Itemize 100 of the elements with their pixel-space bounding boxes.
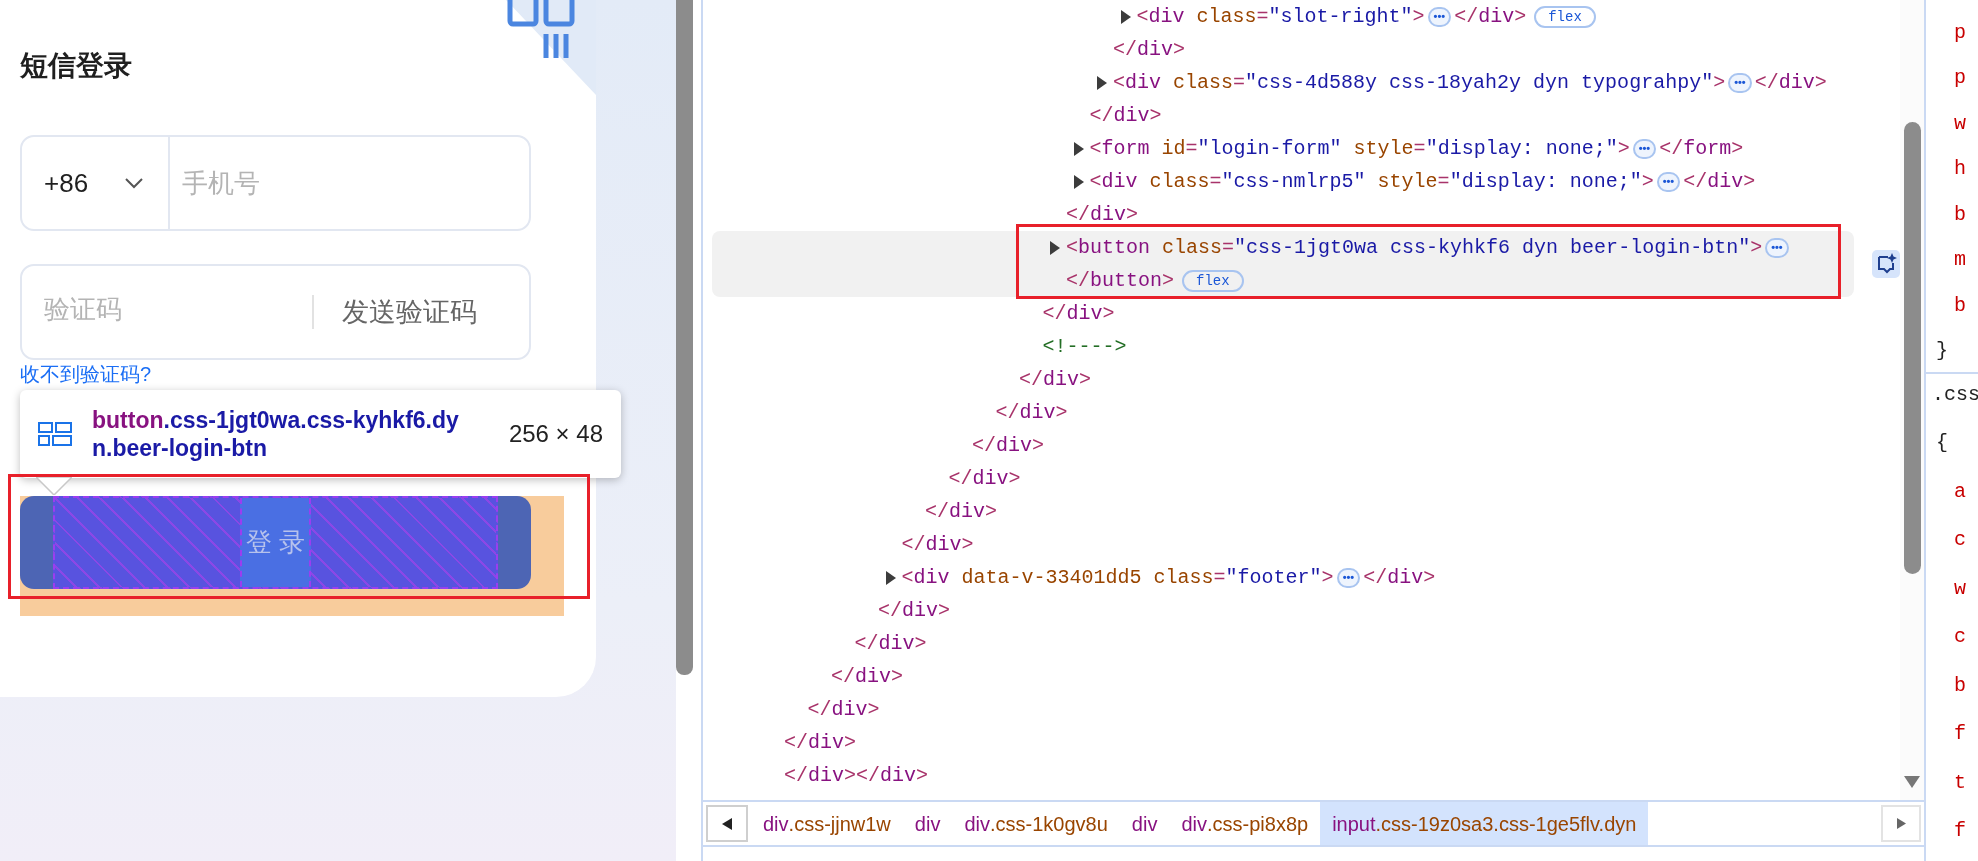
code-text: <div class="css-4d588y css-18yah2y dyn typograhpy"> (1113, 69, 1726, 96)
code-text: </div> (972, 432, 1045, 459)
style-rule-text: w (1953, 110, 1967, 137)
style-rule-text: m (1953, 247, 1967, 274)
element-row[interactable]: </div> (712, 33, 1854, 66)
scroll-left-button[interactable] (706, 805, 748, 842)
ai-assistant-icon[interactable] (1871, 249, 1900, 279)
style-rule-text: a (1953, 478, 1967, 505)
code-text: <div class="slot-right"> (1136, 3, 1425, 30)
element-row[interactable]: </div></div> (712, 759, 1854, 792)
element-row[interactable]: </div> (712, 495, 1854, 528)
flex-layout-icon (38, 422, 72, 446)
element-row[interactable]: <div class="css-4d588y css-18yah2y dyn typograhpy"> ••• </div> (712, 66, 1854, 99)
style-rule-text: h (1953, 156, 1967, 183)
code-text: </div> (1683, 168, 1756, 195)
scroll-right-button[interactable] (1881, 805, 1921, 842)
scrollbar-thumb[interactable] (1904, 122, 1921, 574)
style-rule-text: f (1953, 721, 1967, 748)
scrollbar-thumb[interactable] (676, 0, 693, 675)
element-row[interactable]: </div> (712, 693, 1854, 726)
send-code-button[interactable]: 发送验证码 (342, 291, 477, 333)
element-row[interactable]: </div> (712, 594, 1854, 627)
style-rule-text: b (1953, 672, 1967, 699)
ellipsis-button[interactable]: ••• (1336, 567, 1361, 588)
element-row[interactable]: </div> (712, 627, 1854, 660)
code-text: </div> (1113, 36, 1186, 63)
element-row[interactable]: </div> (712, 198, 1854, 231)
code-text: <!----> (1042, 333, 1127, 360)
style-rule-text: w (1953, 575, 1967, 602)
qr-code-corner-icon[interactable] (506, 0, 596, 95)
code-text: </div> (901, 531, 974, 558)
element-row[interactable]: </div> (712, 528, 1854, 561)
page-title: 短信登录 (20, 49, 133, 83)
ellipsis-button[interactable]: ••• (1765, 237, 1789, 258)
element-row[interactable]: <div class="css-nmlrp5" style="display: none;"> ••• </div> (712, 165, 1854, 198)
element-size-text: 256 × 48 (508, 419, 603, 449)
expand-triangle-icon[interactable] (1097, 75, 1107, 90)
element-row[interactable]: </div> (712, 462, 1854, 495)
ellipsis-button[interactable]: ••• (1656, 171, 1681, 192)
expand-triangle-icon[interactable] (1073, 141, 1084, 156)
expand-triangle-icon[interactable] (885, 570, 896, 585)
breadcrumb-item[interactable]: div.css-1k0gv8u (952, 802, 1120, 845)
code-text: </div> (854, 630, 927, 657)
expand-triangle-icon[interactable] (1050, 240, 1060, 255)
code-text: </div> (925, 498, 998, 525)
chevron-down-icon (124, 177, 144, 189)
breadcrumb-item[interactable]: div (902, 802, 953, 845)
element-row[interactable]: </div> (712, 429, 1854, 462)
element-row[interactable]: </div> (712, 363, 1854, 396)
element-row[interactable]: </div> (712, 99, 1854, 132)
verification-code-field[interactable]: 验证码 发送验证码 (20, 264, 531, 360)
help-link[interactable]: 收不到验证码? (20, 362, 152, 386)
style-rule-text: c (1953, 527, 1967, 554)
expand-triangle-icon[interactable] (1073, 174, 1084, 189)
breadcrumb-item[interactable]: div (1119, 802, 1170, 845)
style-rule-text: f (1953, 817, 1967, 844)
code-text: </div> (1754, 69, 1827, 96)
code-text: </form> (1659, 135, 1744, 162)
element-selector-text: button.css-1jgt0wa.css-kyhkf6.dyn.beer-login-btn (92, 406, 460, 462)
element-row[interactable]: <div class="slot-right"> ••• </div> flex (712, 0, 1854, 33)
style-rule-text: { (1935, 430, 1949, 457)
flex-badge[interactable]: flex (1534, 5, 1596, 28)
code-text: </div> (1019, 366, 1092, 393)
code-text: <form id="login-form" style="display: none;"> (1089, 135, 1630, 162)
code-text: </div> (1363, 564, 1436, 591)
element-row[interactable]: <div data-v-33401dd5 class="footer"> ••• </div> (712, 561, 1854, 594)
code-text: </div> (1066, 201, 1139, 228)
code-text: <div class="css-nmlrp5" style="display: none;"> (1089, 168, 1654, 195)
left-triangle-icon (722, 817, 732, 830)
ellipsis-button[interactable]: ••• (1427, 6, 1452, 27)
code-text: </button> (1066, 267, 1175, 294)
element-row[interactable]: </div> (712, 396, 1854, 429)
code-text: </div> (1454, 3, 1527, 30)
code-text: </div> (784, 729, 857, 756)
scroll-down-arrow-icon[interactable] (1904, 776, 1920, 788)
breadcrumb-item[interactable]: input.css-19z0sa3.css-1ge5flv.dyn (1320, 802, 1649, 845)
style-rule-text: .css (1931, 382, 1978, 408)
ellipsis-button[interactable]: ••• (1632, 138, 1657, 159)
code-text: </div></div> (784, 762, 929, 789)
code-text: </div> (948, 465, 1021, 492)
element-row[interactable]: <!----> (712, 330, 1854, 363)
element-row[interactable]: <form id="login-form" style="display: none;"> ••• </form> (712, 132, 1854, 165)
style-rule-text: t (1953, 769, 1967, 796)
flex-badge[interactable]: flex (1182, 269, 1244, 292)
expand-triangle-icon[interactable] (1120, 9, 1131, 24)
right-triangle-icon (1896, 818, 1906, 829)
selected-element-row[interactable]: <button class="css-1jgt0wa css-kyhkf6 dyn beer-login-btn"> ••• </button> flex (712, 231, 1854, 297)
country-code-select[interactable]: +86 (22, 137, 170, 229)
style-rule-text: b (1953, 292, 1967, 319)
breadcrumb-item[interactable]: div.css-pi8x8p (1169, 802, 1321, 845)
code-text: </div> (807, 696, 880, 723)
code-text: <div data-v-33401dd5 class="footer"> (901, 564, 1334, 591)
style-rule-text: b (1953, 201, 1967, 228)
element-row[interactable]: </div> (712, 297, 1854, 330)
style-rule-text: c (1953, 624, 1967, 651)
ellipsis-button[interactable]: ••• (1728, 72, 1752, 93)
element-row[interactable]: </div> (712, 726, 1854, 759)
phone-field[interactable]: +86 手机号 (20, 135, 531, 231)
element-row[interactable]: </div> (712, 660, 1854, 693)
breadcrumb-item[interactable]: div.css-jjnw1w (751, 802, 903, 845)
